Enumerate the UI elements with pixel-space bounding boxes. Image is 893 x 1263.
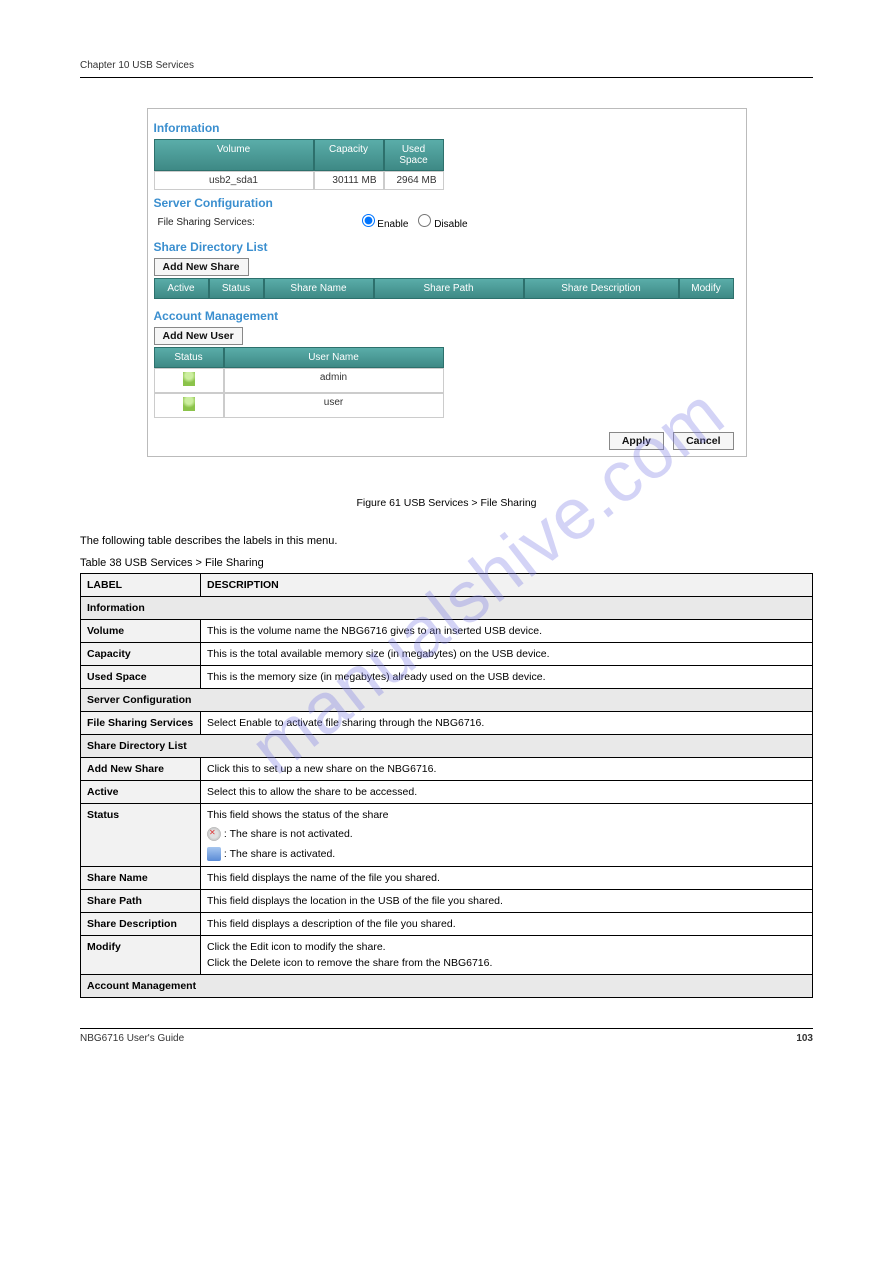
desc-add-new-share: Click this to set up a new share on the … [201, 758, 813, 781]
desc-status: This field shows the status of the share… [201, 804, 813, 867]
grp-server-config: Server Configuration [81, 689, 813, 712]
user-icon [183, 372, 195, 386]
col-share-desc: Share Description [524, 278, 679, 299]
add-new-share-button[interactable]: Add New Share [154, 258, 249, 276]
desc-used-space: This is the memory size (in megabytes) a… [201, 666, 813, 689]
desc-active: Select this to allow the share to be acc… [201, 781, 813, 804]
lbl-status: Status [81, 804, 201, 867]
desc-share-desc: This field displays a description of the… [201, 913, 813, 936]
radio-disable[interactable]: Disable [414, 214, 467, 230]
footer-page: 103 [796, 1033, 813, 1044]
lbl-active: Active [81, 781, 201, 804]
user-icon [183, 397, 195, 411]
lbl-share-name: Share Name [81, 867, 201, 890]
cell-username: user [224, 393, 444, 418]
header-divider [80, 77, 813, 78]
lbl-volume: Volume [81, 620, 201, 643]
col-status: Status [209, 278, 264, 299]
th-description: DESCRIPTION [201, 574, 813, 597]
grp-account-mgmt: Account Management [81, 975, 813, 998]
lbl-share-desc: Share Description [81, 913, 201, 936]
section-server-config: Server Configuration [154, 196, 740, 210]
table-row: user [154, 393, 444, 418]
col-share-path: Share Path [374, 278, 524, 299]
status-line2: : The share is not activated. [224, 828, 353, 840]
desc-modify: Click the Edit icon to modify the share.… [201, 936, 813, 975]
add-new-user-button[interactable]: Add New User [154, 327, 243, 345]
modify-line2: Click the Delete icon to remove the shar… [207, 957, 806, 969]
status-line1: This field shows the status of the share [207, 809, 806, 821]
lbl-capacity: Capacity [81, 643, 201, 666]
section-account-mgmt: Account Management [154, 309, 740, 323]
cell-volume: usb2_sda1 [154, 171, 314, 190]
enable-text: Enable [377, 219, 408, 230]
cell-capacity: 30111 MB [314, 171, 384, 190]
table-row: admin [154, 368, 444, 393]
cancel-button[interactable]: Cancel [673, 432, 733, 450]
grp-share-dir: Share Directory List [81, 735, 813, 758]
radio-enable[interactable]: Enable [358, 214, 409, 230]
lbl-add-new-share: Add New Share [81, 758, 201, 781]
table-caption: Table 38 USB Services > File Sharing [80, 557, 813, 569]
lbl-used-space: Used Space [81, 666, 201, 689]
lbl-share-path: Share Path [81, 890, 201, 913]
footer-left: NBG6716 User's Guide [80, 1033, 184, 1044]
status-line3: : The share is activated. [224, 848, 335, 860]
table-intro: The following table describes the labels… [80, 535, 813, 547]
col-modify: Modify [679, 278, 734, 299]
header-chapter: Chapter 10 USB Services [80, 60, 813, 71]
desc-share-name: This field displays the name of the file… [201, 867, 813, 890]
col-volume: Volume [154, 139, 314, 171]
col-active: Active [154, 278, 209, 299]
col-acct-status: Status [154, 347, 224, 368]
desc-capacity: This is the total available memory size … [201, 643, 813, 666]
apply-button[interactable]: Apply [609, 432, 664, 450]
footer-divider [80, 1028, 813, 1029]
file-sharing-label: File Sharing Services: [158, 217, 358, 228]
figure-caption: Figure 61 USB Services > File Sharing [80, 497, 813, 509]
lbl-file-sharing: File Sharing Services [81, 712, 201, 735]
lbl-modify: Modify [81, 936, 201, 975]
disable-text: Disable [434, 219, 467, 230]
cell-used: 2964 MB [384, 171, 444, 190]
th-label: LABEL [81, 574, 201, 597]
section-information: Information [154, 121, 740, 135]
desc-file-sharing: Select Enable to activate file sharing t… [201, 712, 813, 735]
inactive-icon [207, 827, 221, 841]
description-table: LABEL DESCRIPTION Information Volume Thi… [80, 573, 813, 998]
desc-volume: This is the volume name the NBG6716 give… [201, 620, 813, 643]
active-icon [207, 847, 221, 861]
cell-username: admin [224, 368, 444, 393]
col-share-name: Share Name [264, 278, 374, 299]
table-row: usb2_sda1 30111 MB 2964 MB [154, 171, 444, 190]
settings-panel: Information Volume Capacity Used Space u… [147, 108, 747, 457]
col-used-space: Used Space [384, 139, 444, 171]
section-share-dir: Share Directory List [154, 240, 740, 254]
modify-line1: Click the Edit icon to modify the share. [207, 941, 806, 953]
col-capacity: Capacity [314, 139, 384, 171]
desc-share-path: This field displays the location in the … [201, 890, 813, 913]
grp-info: Information [81, 597, 813, 620]
col-user-name: User Name [224, 347, 444, 368]
